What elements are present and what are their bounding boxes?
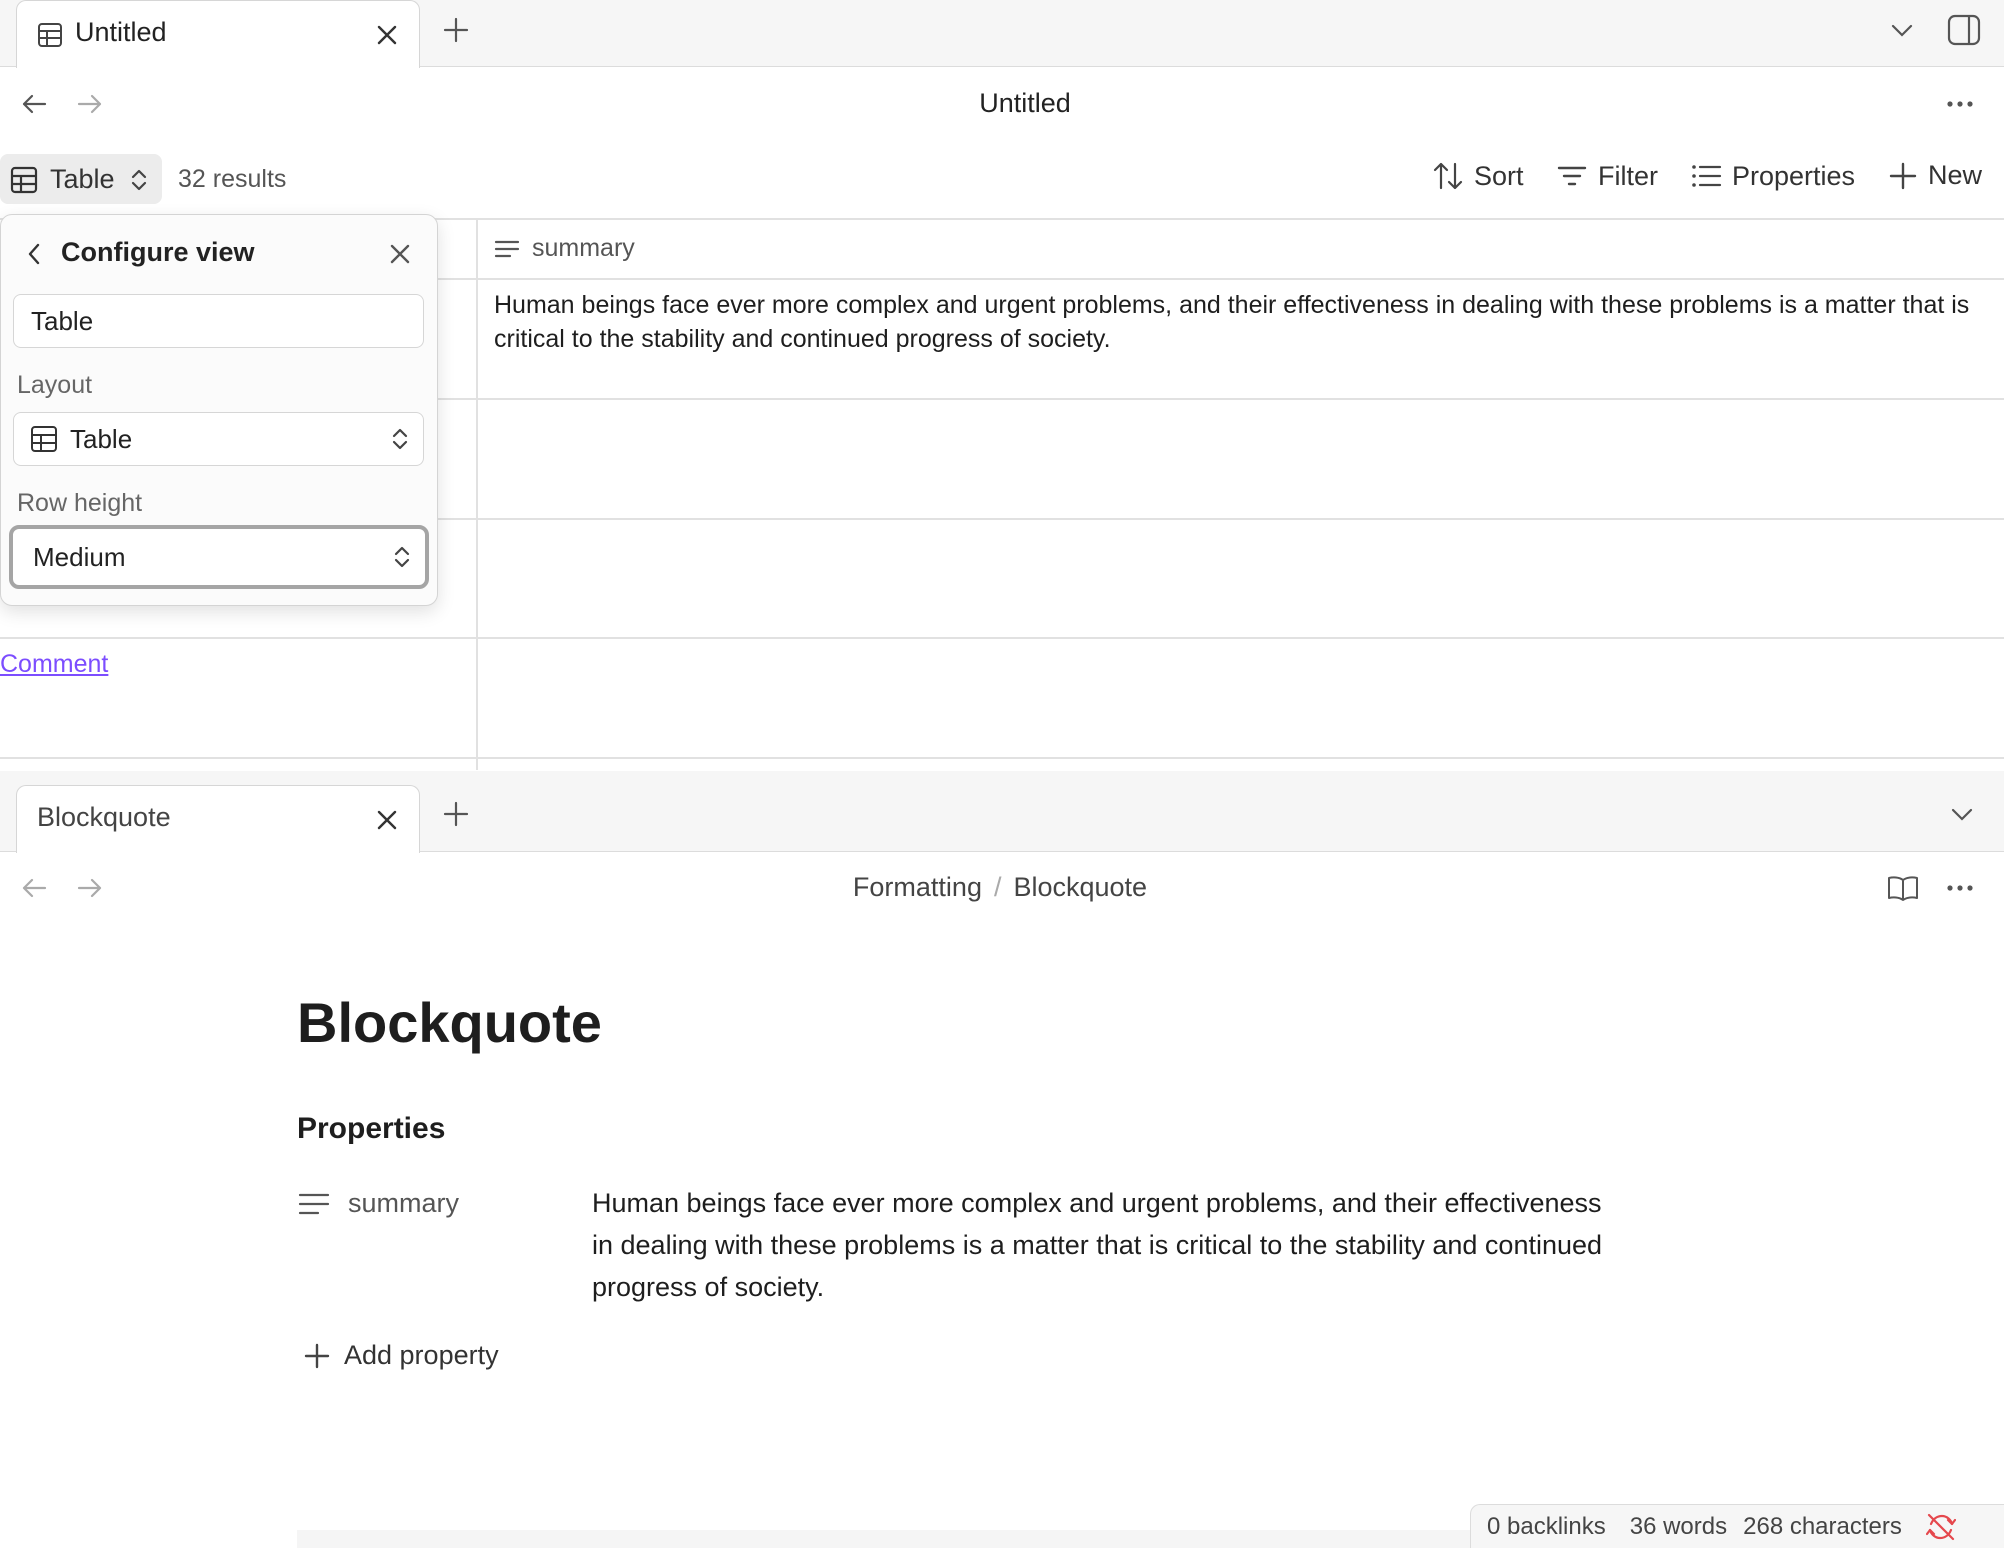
content-block-edge [297, 1530, 1477, 1548]
back-arrow-icon[interactable] [18, 872, 50, 904]
forward-arrow-icon[interactable] [74, 872, 106, 904]
more-options-icon[interactable] [1944, 872, 1976, 904]
chevron-down-icon[interactable] [1886, 14, 1918, 46]
table-icon [10, 166, 38, 194]
more-options-icon[interactable] [1944, 88, 1976, 120]
properties-heading: Properties [297, 1112, 446, 1145]
reading-view-icon[interactable] [1886, 872, 1920, 904]
row-height-label: Row height [17, 489, 143, 517]
table-icon [37, 22, 63, 48]
chevron-down-icon[interactable] [1946, 798, 1978, 830]
document-title[interactable]: Blockquote [297, 990, 602, 1055]
row-height-value: Medium [33, 541, 126, 572]
property-value-summary[interactable]: Human beings face ever more complex and … [592, 1182, 1612, 1308]
table-cell-summary[interactable] [494, 648, 1994, 748]
plus-icon [302, 1341, 332, 1371]
tab-untitled[interactable]: Untitled [16, 0, 420, 68]
close-icon[interactable] [385, 239, 415, 269]
back-arrow-icon[interactable] [18, 88, 50, 120]
table-cell-summary[interactable] [494, 408, 1994, 508]
close-tab-icon[interactable] [371, 19, 403, 51]
add-property-button[interactable]: Add property [302, 1340, 499, 1371]
layout-value: Table [70, 423, 133, 454]
filter-label: Filter [1598, 160, 1658, 191]
new-tab-icon[interactable] [440, 14, 472, 46]
new-button[interactable]: New [1888, 160, 1982, 191]
new-label: New [1928, 160, 1983, 190]
layout-label: Layout [17, 371, 93, 399]
filter-button[interactable]: Filter [1556, 160, 1658, 192]
sort-label: Sort [1474, 160, 1524, 191]
word-count: 36 words [1629, 1512, 1728, 1540]
chevron-up-down-icon [393, 544, 411, 570]
forward-arrow-icon[interactable] [74, 88, 106, 120]
sort-button[interactable]: Sort [1432, 160, 1524, 192]
page-title: Untitled [979, 88, 1071, 118]
plus-icon [1888, 161, 1918, 191]
property-key-summary[interactable]: summary [298, 1188, 459, 1219]
row-divider [0, 757, 2004, 759]
sync-error-icon[interactable] [1925, 1512, 1956, 1542]
configure-view-popover: Configure view Table Layout Table Row he… [0, 214, 438, 606]
sort-icon [1432, 160, 1464, 192]
results-count: 32 results [178, 165, 287, 193]
view-name-input[interactable]: Table [13, 294, 424, 348]
status-bar: 0 backlinks 36 words 268 characters [1470, 1504, 2004, 1548]
character-count: 268 characters [1743, 1512, 1902, 1540]
chevron-left-icon[interactable] [21, 239, 47, 269]
popover-title: Configure view [61, 237, 255, 267]
layout-select[interactable]: Table [13, 412, 424, 466]
table-icon [30, 425, 58, 453]
breadcrumb-separator: / [993, 872, 1002, 902]
breadcrumb-parent[interactable]: Formatting [853, 872, 982, 903]
text-lines-icon [298, 1191, 330, 1217]
properties-label: Properties [1732, 160, 1856, 191]
column-divider [476, 218, 478, 770]
tab-label: Blockquote [37, 802, 171, 832]
row-divider [0, 637, 2004, 639]
add-property-label: Add property [344, 1340, 499, 1370]
text-lines-icon [494, 238, 520, 260]
chevron-up-down-icon [130, 167, 148, 193]
filter-icon [1556, 160, 1588, 192]
table-cell-summary[interactable] [494, 528, 1994, 628]
tab-label: Untitled [75, 17, 167, 47]
view-switcher-label: Table [50, 164, 115, 194]
new-tab-icon[interactable] [440, 798, 472, 830]
backlinks-count[interactable]: 0 backlinks [1487, 1513, 1606, 1541]
properties-button[interactable]: Properties [1690, 160, 1855, 192]
view-switcher-button[interactable]: Table [0, 154, 162, 204]
breadcrumb-current[interactable]: Blockquote [1013, 872, 1147, 903]
breadcrumb: Formatting / Blockquote [600, 872, 1400, 903]
column-header-label: summary [532, 234, 635, 262]
close-tab-icon[interactable] [371, 804, 403, 836]
chevron-up-down-icon [391, 426, 409, 452]
column-header-summary[interactable]: summary [494, 234, 635, 263]
view-name-value: Table [31, 305, 94, 336]
sidebar-toggle-icon[interactable] [1946, 12, 1982, 48]
tab-blockquote[interactable]: Blockquote [16, 785, 420, 853]
row-height-select[interactable]: Medium [9, 525, 429, 589]
list-icon [1690, 160, 1722, 192]
table-cell-summary[interactable]: Human beings face ever more complex and … [494, 288, 1994, 356]
comment-link[interactable]: Comment [0, 650, 108, 679]
property-key-label: summary [348, 1188, 460, 1218]
